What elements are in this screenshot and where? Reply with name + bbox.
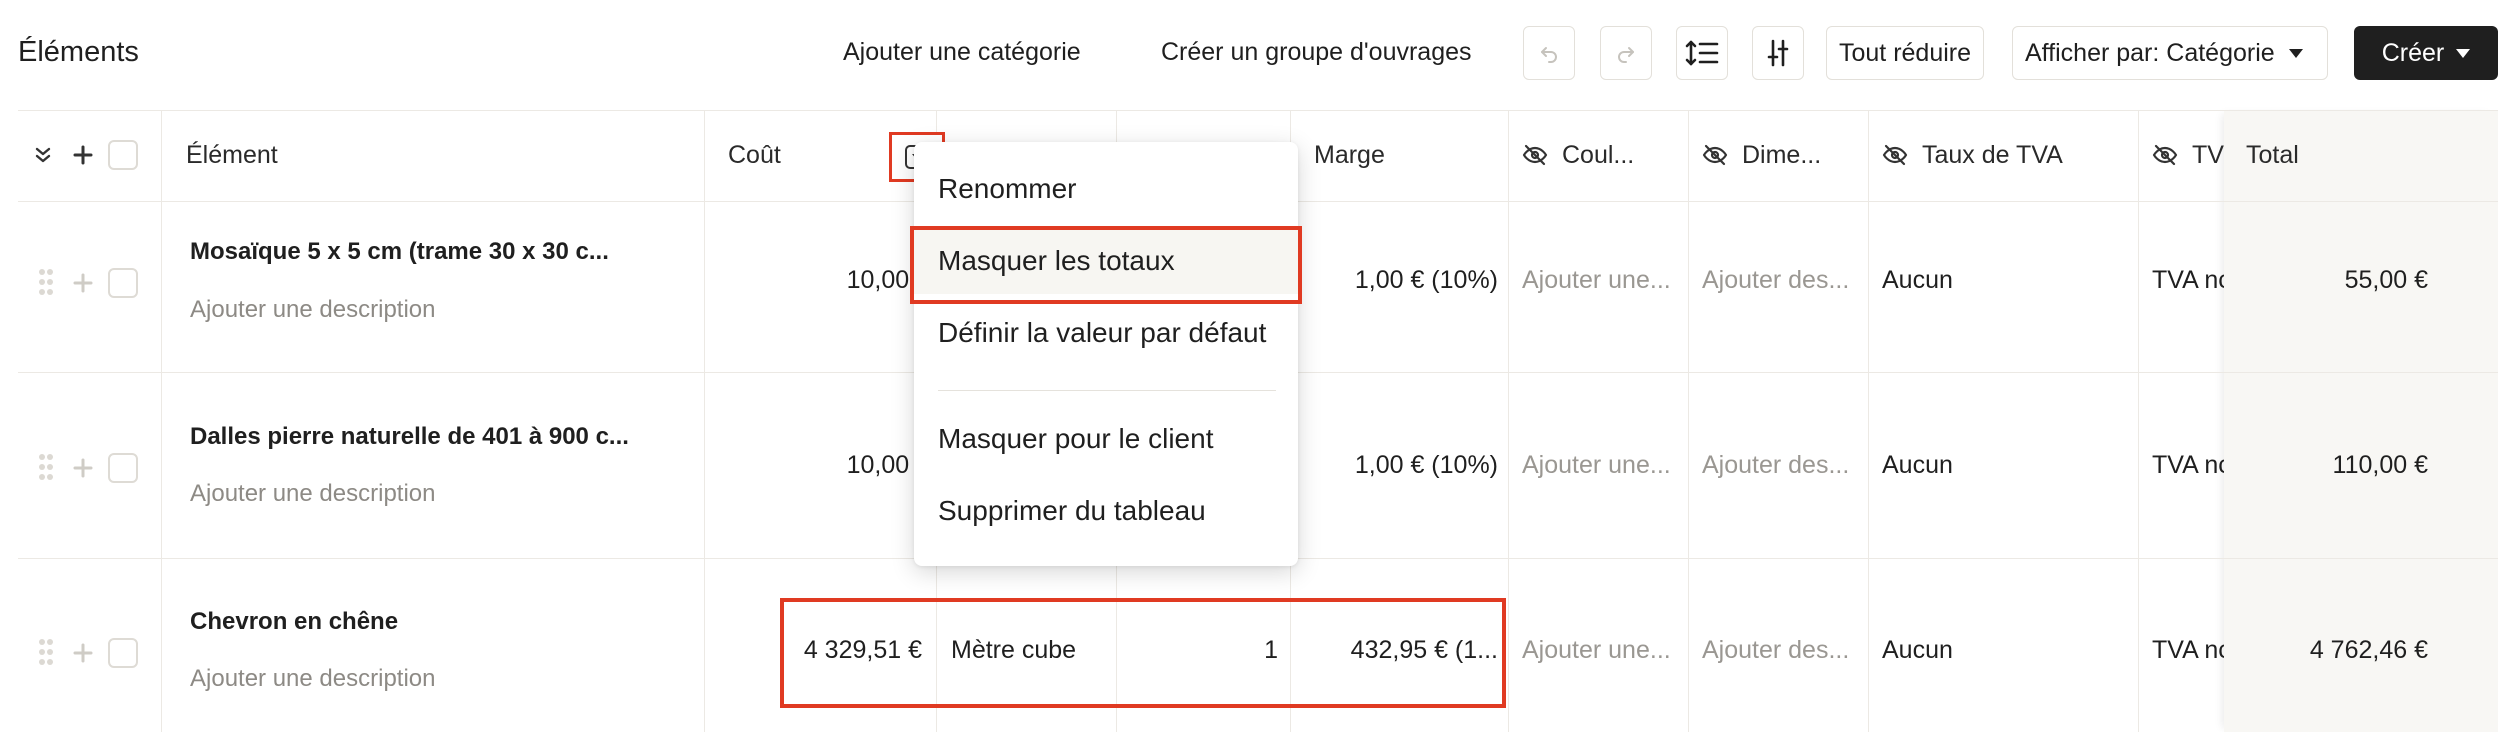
display-by-select[interactable]: Afficher par: Catégorie (2012, 26, 2328, 80)
item-cost[interactable]: 10,00 € (718, 266, 930, 295)
filter-settings-button[interactable] (1752, 26, 1804, 80)
column-header-vat[interactable]: TV (2152, 110, 2224, 200)
menu-divider (938, 390, 1276, 391)
item-name[interactable]: Chevron en chêne (190, 608, 690, 636)
drag-handle-icon[interactable] (36, 451, 56, 483)
undo-button[interactable] (1523, 26, 1575, 80)
divider (1688, 110, 1689, 732)
highlight-box (910, 226, 1302, 304)
column-header-color-label: Coul... (1562, 140, 1635, 169)
add-row-icon[interactable] (70, 640, 96, 666)
item-dimensions[interactable]: Ajouter des... (1702, 451, 1862, 480)
expand-all-icon[interactable] (32, 142, 54, 168)
column-header-total[interactable]: Total (2246, 110, 2446, 200)
sliders-icon (1767, 39, 1789, 67)
column-header-dimensions-label: Dime... (1742, 140, 1822, 169)
item-dimensions[interactable]: Ajouter des... (1702, 636, 1862, 665)
divider (704, 110, 705, 732)
column-header-vat-rate[interactable]: Taux de TVA (1882, 110, 2132, 200)
create-group-button[interactable]: Créer un groupe d'ouvrages (1161, 38, 1472, 67)
add-category-button[interactable]: Ajouter une catégorie (843, 38, 1081, 67)
undo-icon (1541, 47, 1557, 63)
eye-off-icon (2152, 144, 2178, 166)
item-margin[interactable]: 1,00 € (10%) (1308, 451, 1498, 480)
item-total: 55,00 € (2344, 266, 2428, 294)
item-color[interactable]: Ajouter une... (1522, 266, 1682, 295)
display-by-label: Afficher par: Catégorie (2025, 38, 2275, 67)
item-vat[interactable]: TVA nc (2152, 636, 2224, 665)
item-total: 4 762,46 € (2309, 636, 2428, 664)
add-row-icon[interactable] (70, 455, 96, 481)
divider (1868, 110, 1869, 732)
caret-down-icon (2456, 48, 2471, 58)
column-header-element[interactable]: Élément (186, 110, 686, 200)
item-name[interactable]: Dalles pierre naturelle de 401 à 900 c..… (190, 423, 690, 451)
menu-item-remove[interactable]: Supprimer du tableau (914, 478, 1298, 544)
divider (1508, 110, 1509, 732)
drag-handle-icon[interactable] (36, 266, 56, 298)
add-row-icon[interactable] (70, 142, 96, 168)
page-title: Éléments (18, 36, 139, 68)
column-header-color[interactable]: Coul... (1522, 110, 1682, 200)
highlight-box (780, 598, 1506, 708)
row-checkbox[interactable] (108, 268, 138, 298)
column-header-vat-label: TV (2192, 140, 2224, 169)
item-total: 110,00 € (2332, 451, 2428, 479)
redo-button[interactable] (1600, 26, 1652, 80)
item-vat-rate[interactable]: Aucun (1882, 636, 2122, 665)
menu-item-set-default[interactable]: Définir la valeur par défaut (914, 300, 1298, 366)
item-description[interactable]: Ajouter une description (190, 296, 690, 324)
add-row-icon[interactable] (70, 270, 96, 296)
item-description[interactable]: Ajouter une description (190, 480, 690, 508)
caret-down-icon (2288, 48, 2303, 58)
line-spacing-button[interactable] (1676, 26, 1728, 80)
item-vat[interactable]: TVA nc (2152, 266, 2224, 295)
item-margin[interactable]: 1,00 € (10%) (1308, 266, 1498, 295)
column-header-vat-rate-label: Taux de TVA (1922, 140, 2063, 169)
redo-icon (1618, 47, 1634, 63)
eye-off-icon (1702, 144, 1728, 166)
create-button[interactable]: Créer (2354, 26, 2498, 80)
item-description[interactable]: Ajouter une description (190, 665, 690, 693)
row-checkbox[interactable] (108, 453, 138, 483)
item-vat[interactable]: TVA nc (2152, 451, 2224, 480)
item-cost[interactable]: 10,00 € (718, 451, 930, 480)
row-checkbox[interactable] (108, 638, 138, 668)
divider (2138, 110, 2139, 732)
line-height-icon (1685, 40, 1719, 66)
item-vat-rate[interactable]: Aucun (1882, 451, 2122, 480)
create-label: Créer (2381, 38, 2445, 67)
collapse-all-button[interactable]: Tout réduire (1826, 26, 1985, 80)
column-header-cost[interactable]: Coût (728, 110, 878, 200)
item-name[interactable]: Mosaïque 5 x 5 cm (trame 30 x 30 c... (190, 238, 690, 266)
item-dimensions[interactable]: Ajouter des... (1702, 266, 1862, 295)
menu-item-rename[interactable]: Renommer (914, 156, 1298, 222)
item-color[interactable]: Ajouter une... (1522, 636, 1682, 665)
column-header-margin[interactable]: Marge (1314, 110, 1494, 200)
item-color[interactable]: Ajouter une... (1522, 451, 1682, 480)
eye-off-icon (1522, 144, 1548, 166)
toolbar: Éléments Ajouter une catégorie Créer un … (0, 0, 2512, 108)
column-options-menu: Renommer Masquer les totaux Définir la v… (914, 142, 1298, 566)
column-header-dimensions[interactable]: Dime... (1702, 110, 1862, 200)
divider (161, 110, 162, 732)
select-all-checkbox[interactable] (108, 140, 138, 170)
menu-item-hide-for-client[interactable]: Masquer pour le client (914, 406, 1298, 472)
drag-handle-icon[interactable] (36, 636, 56, 668)
eye-off-icon (1882, 144, 1908, 166)
item-vat-rate[interactable]: Aucun (1882, 266, 2122, 295)
